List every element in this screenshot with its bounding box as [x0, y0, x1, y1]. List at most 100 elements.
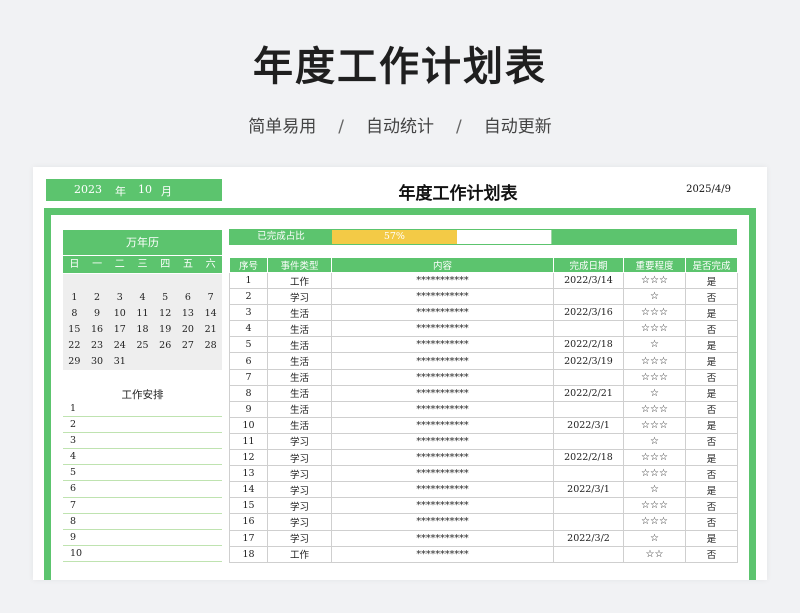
row-index-cell[interactable]: 18: [229, 545, 268, 563]
is-done-cell[interactable]: 是: [685, 384, 738, 402]
importance-cell[interactable]: ☆: [623, 432, 686, 451]
calendar-day[interactable]: 26: [154, 338, 177, 354]
calendar-day[interactable]: 8: [63, 306, 86, 322]
row-index-cell[interactable]: 15: [229, 497, 268, 515]
importance-cell[interactable]: ☆☆: [623, 545, 686, 563]
completion-date-cell[interactable]: [553, 465, 624, 483]
importance-cell[interactable]: ☆: [623, 336, 686, 354]
calendar-day[interactable]: 11: [131, 306, 154, 322]
completion-date-cell[interactable]: [553, 513, 624, 531]
event-type-cell[interactable]: 工作: [267, 271, 332, 290]
task-row[interactable]: 7: [63, 498, 222, 514]
calendar-day[interactable]: 19: [154, 322, 177, 338]
is-done-cell[interactable]: 是: [685, 416, 738, 434]
event-type-cell[interactable]: 学习: [267, 449, 332, 467]
calendar-day[interactable]: 17: [108, 322, 131, 338]
row-index-cell[interactable]: 7: [229, 368, 268, 386]
event-type-cell[interactable]: 生活: [267, 304, 332, 322]
task-row[interactable]: 5: [63, 465, 222, 482]
is-done-cell[interactable]: 是: [685, 304, 738, 322]
importance-cell[interactable]: ☆☆☆: [623, 497, 686, 515]
is-done-cell[interactable]: 否: [685, 320, 738, 338]
calendar-day[interactable]: 1: [63, 290, 86, 306]
row-index-cell[interactable]: 14: [229, 481, 268, 499]
event-type-cell[interactable]: 生活: [267, 336, 332, 354]
content-cell[interactable]: ***********: [331, 529, 554, 547]
row-index-cell[interactable]: 12: [229, 449, 268, 467]
completion-date-cell[interactable]: [553, 497, 624, 515]
task-row[interactable]: 3: [63, 433, 222, 450]
is-done-cell[interactable]: 是: [685, 481, 738, 499]
event-type-cell[interactable]: 生活: [267, 416, 332, 434]
is-done-cell[interactable]: 是: [685, 271, 738, 290]
importance-cell[interactable]: ☆: [623, 529, 686, 547]
importance-cell[interactable]: ☆: [623, 481, 686, 499]
importance-cell[interactable]: ☆☆☆: [623, 368, 686, 386]
event-type-cell[interactable]: 学习: [267, 465, 332, 483]
is-done-cell[interactable]: 否: [685, 432, 738, 451]
importance-cell[interactable]: ☆☆☆: [623, 304, 686, 322]
event-type-cell[interactable]: 生活: [267, 352, 332, 370]
content-cell[interactable]: ***********: [331, 416, 554, 434]
calendar-day[interactable]: 22: [63, 338, 86, 354]
event-type-cell[interactable]: 生活: [267, 368, 332, 386]
calendar-day[interactable]: 5: [154, 290, 177, 306]
content-cell[interactable]: ***********: [331, 465, 554, 483]
event-type-cell[interactable]: 工作: [267, 545, 332, 563]
completion-date-cell[interactable]: [553, 288, 624, 306]
calendar-day[interactable]: 14: [199, 306, 222, 322]
calendar-day[interactable]: 15: [63, 322, 86, 338]
importance-cell[interactable]: ☆: [623, 384, 686, 402]
calendar-day[interactable]: 4: [131, 290, 154, 306]
importance-cell[interactable]: ☆☆☆: [623, 416, 686, 434]
row-index-cell[interactable]: 9: [229, 400, 268, 418]
importance-cell[interactable]: ☆: [623, 288, 686, 306]
task-row[interactable]: 2: [63, 417, 222, 434]
calendar-day[interactable]: 2: [86, 290, 109, 306]
calendar-day[interactable]: 3: [108, 290, 131, 306]
importance-cell[interactable]: ☆☆☆: [623, 271, 686, 290]
event-type-cell[interactable]: 生活: [267, 400, 332, 418]
content-cell[interactable]: ***********: [331, 271, 554, 290]
calendar-day[interactable]: 12: [154, 306, 177, 322]
calendar-day[interactable]: 18: [131, 322, 154, 338]
event-type-cell[interactable]: 学习: [267, 288, 332, 306]
importance-cell[interactable]: ☆☆☆: [623, 449, 686, 467]
calendar-day[interactable]: 9: [86, 306, 109, 322]
event-type-cell[interactable]: 生活: [267, 320, 332, 338]
completion-date-cell[interactable]: 2022/3/2: [553, 529, 624, 547]
task-row[interactable]: 10: [63, 546, 222, 562]
event-type-cell[interactable]: 学习: [267, 497, 332, 515]
is-done-cell[interactable]: 否: [685, 545, 738, 563]
content-cell[interactable]: ***********: [331, 497, 554, 515]
row-index-cell[interactable]: 11: [229, 432, 268, 451]
content-cell[interactable]: ***********: [331, 288, 554, 306]
completion-date-cell[interactable]: 2022/2/18: [553, 449, 624, 467]
content-cell[interactable]: ***********: [331, 384, 554, 402]
is-done-cell[interactable]: 否: [685, 497, 738, 515]
content-cell[interactable]: ***********: [331, 449, 554, 467]
calendar-day[interactable]: 16: [86, 322, 109, 338]
task-row[interactable]: 1: [63, 401, 222, 418]
event-type-cell[interactable]: 学习: [267, 432, 332, 451]
task-row[interactable]: 4: [63, 449, 222, 466]
calendar-day[interactable]: 25: [131, 338, 154, 354]
calendar-day[interactable]: 10: [108, 306, 131, 322]
is-done-cell[interactable]: 否: [685, 288, 738, 306]
row-index-cell[interactable]: 2: [229, 288, 268, 306]
completion-date-cell[interactable]: 2022/2/21: [553, 384, 624, 402]
calendar-day[interactable]: 21: [199, 322, 222, 338]
calendar-day[interactable]: 13: [177, 306, 200, 322]
year-month-bar[interactable]: 2023 年 10 月: [46, 179, 222, 201]
calendar-day[interactable]: 27: [177, 338, 200, 354]
completion-date-cell[interactable]: [553, 400, 624, 418]
is-done-cell[interactable]: 是: [685, 336, 738, 354]
event-type-cell[interactable]: 学习: [267, 513, 332, 531]
is-done-cell[interactable]: 否: [685, 513, 738, 531]
completion-date-cell[interactable]: 2022/3/19: [553, 352, 624, 370]
is-done-cell[interactable]: 否: [685, 465, 738, 483]
content-cell[interactable]: ***********: [331, 545, 554, 563]
content-cell[interactable]: ***********: [331, 400, 554, 418]
importance-cell[interactable]: ☆☆☆: [623, 320, 686, 338]
is-done-cell[interactable]: 否: [685, 368, 738, 386]
